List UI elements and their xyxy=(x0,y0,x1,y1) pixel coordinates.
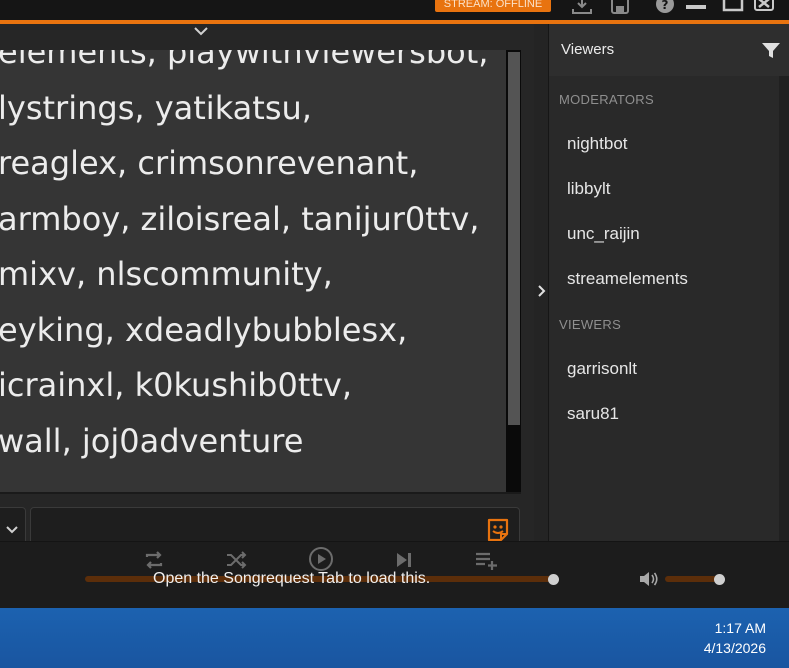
chat-lines: elements, playwithviewersbot, lystrings,… xyxy=(0,50,488,469)
close-icon[interactable] xyxy=(753,0,775,14)
moderator-item[interactable]: nightbot xyxy=(567,134,628,154)
emote-picker-icon[interactable] xyxy=(485,517,511,543)
divider xyxy=(0,492,521,494)
chat-line: eyking, xdeadlybubblesx, xyxy=(0,310,408,349)
progress-thumb[interactable] xyxy=(548,574,559,585)
chat-input[interactable] xyxy=(41,516,475,544)
chevron-down-icon[interactable] xyxy=(190,24,212,38)
chat-line: wall, joj0adventure xyxy=(0,421,304,460)
viewers-list: MODERATORS nightbot libbylt unc_raijin s… xyxy=(549,76,779,541)
download-icon[interactable] xyxy=(571,0,593,14)
chevron-right-icon[interactable] xyxy=(536,284,546,298)
viewers-title: Viewers xyxy=(561,41,615,58)
panel-splitter[interactable] xyxy=(534,24,548,541)
chat-log: elements, playwithviewersbot, lystrings,… xyxy=(0,50,506,492)
save-icon[interactable] xyxy=(609,0,631,14)
help-icon[interactable]: ? xyxy=(654,0,676,14)
title-bar: STREAM: OFFLINE ? xyxy=(0,0,789,20)
chat-panel: elements, playwithviewersbot, lystrings,… xyxy=(0,24,534,553)
player-bar: Open the Songrequest Tab to load this. xyxy=(0,541,789,608)
add-to-queue-icon[interactable] xyxy=(474,548,498,572)
stream-status-badge[interactable]: STREAM: OFFLINE xyxy=(435,0,551,12)
moderators-heading: MODERATORS xyxy=(559,92,654,107)
taskbar: 1:17 AM 4/13/2026 xyxy=(0,608,789,668)
chat-line: reaglex, crimsonrevenant, xyxy=(0,144,419,182)
viewers-scrollbar[interactable] xyxy=(779,76,789,541)
chat-scrollbar-thumb[interactable] xyxy=(508,52,520,425)
viewer-item[interactable]: saru81 xyxy=(567,404,619,424)
chat-line: mixv, nlscommunity, xyxy=(0,255,333,293)
volume-slider[interactable] xyxy=(665,576,720,582)
chat-line: armboy, ziloisreal, tanijur0ttv, xyxy=(0,199,480,238)
viewers-panel: Viewers MODERATORS nightbot libbylt unc_… xyxy=(548,24,789,541)
volume-icon[interactable] xyxy=(638,571,658,587)
app-window: STREAM: OFFLINE ? elements, playwithview… xyxy=(0,0,789,608)
moderator-item[interactable]: unc_raijin xyxy=(567,224,640,244)
svg-text:?: ? xyxy=(662,0,669,12)
maximize-icon[interactable] xyxy=(722,0,744,14)
play-icon[interactable] xyxy=(308,546,334,572)
moderator-item[interactable]: streamelements xyxy=(567,269,688,289)
minimize-icon[interactable] xyxy=(685,0,707,14)
viewers-header: Viewers xyxy=(549,24,789,76)
chat-line: elements, playwithviewersbot, xyxy=(0,50,489,71)
clock-date[interactable]: 4/13/2026 xyxy=(704,640,766,656)
filter-icon[interactable] xyxy=(761,42,781,60)
clock-time[interactable]: 1:17 AM xyxy=(715,620,766,636)
player-message: Open the Songrequest Tab to load this. xyxy=(153,570,431,587)
chat-line: icrainxl, k0kushib0ttv, xyxy=(0,366,353,404)
chat-line: lystrings, yatikatsu, xyxy=(0,88,312,127)
moderator-item[interactable]: libbylt xyxy=(567,179,610,199)
viewer-item[interactable]: garrisonlt xyxy=(567,359,637,379)
skip-next-icon[interactable] xyxy=(392,548,416,572)
volume-thumb[interactable] xyxy=(714,574,725,585)
chevron-down-icon xyxy=(6,526,18,534)
shuffle-icon[interactable] xyxy=(224,548,248,572)
viewers-heading: VIEWERS xyxy=(559,317,622,332)
repeat-icon[interactable] xyxy=(142,548,166,572)
